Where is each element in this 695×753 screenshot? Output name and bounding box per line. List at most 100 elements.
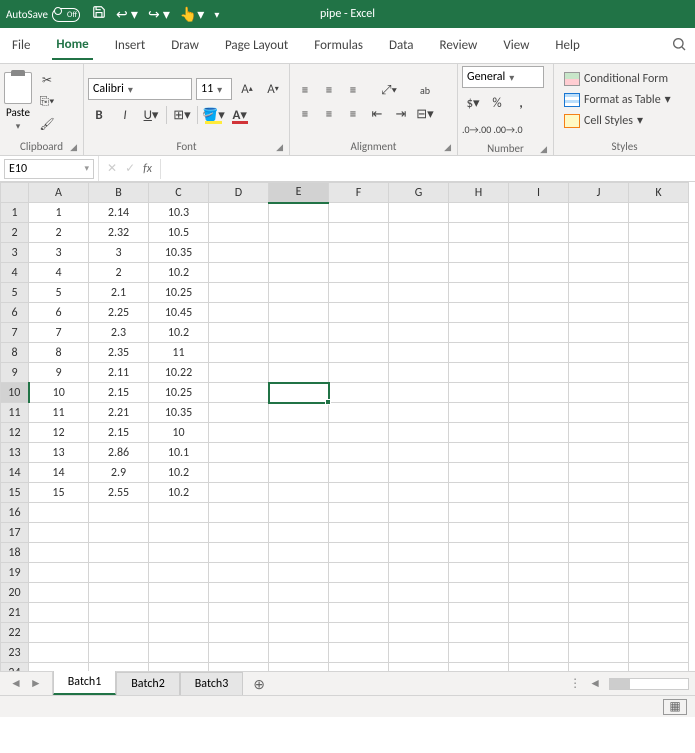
cell-F10[interactable] <box>329 383 389 403</box>
row-header-17[interactable]: 17 <box>1 523 29 543</box>
cell-J23[interactable] <box>569 643 629 663</box>
cell-K2[interactable] <box>629 223 689 243</box>
cell-I2[interactable] <box>509 223 569 243</box>
cell-A19[interactable] <box>29 563 89 583</box>
cell-A21[interactable] <box>29 603 89 623</box>
cell-J5[interactable] <box>569 283 629 303</box>
cell-A7[interactable]: 7 <box>29 323 89 343</box>
sheet-nav-next-icon[interactable]: ► <box>30 676 42 691</box>
cell-E17[interactable] <box>269 523 329 543</box>
cell-I24[interactable] <box>509 663 569 672</box>
sheet-tabs-menu-icon[interactable]: ⋮ <box>569 676 581 691</box>
cell-H14[interactable] <box>449 463 509 483</box>
orientation-icon[interactable]: ⤢▾ <box>366 79 412 101</box>
cell-J24[interactable] <box>569 663 629 672</box>
cell-I17[interactable] <box>509 523 569 543</box>
cell-D17[interactable] <box>209 523 269 543</box>
tab-home[interactable]: Home <box>52 31 92 60</box>
save-icon[interactable] <box>92 5 106 23</box>
cell-C21[interactable] <box>149 603 209 623</box>
cell-C11[interactable]: 10.35 <box>149 403 209 423</box>
cell-G18[interactable] <box>389 543 449 563</box>
cell-H3[interactable] <box>449 243 509 263</box>
cell-F23[interactable] <box>329 643 389 663</box>
cell-H8[interactable] <box>449 343 509 363</box>
cell-G24[interactable] <box>389 663 449 672</box>
tab-file[interactable]: File <box>8 32 34 59</box>
cell-H7[interactable] <box>449 323 509 343</box>
normal-view-icon[interactable]: ▦ <box>663 699 687 715</box>
column-header-E[interactable]: E <box>269 183 329 203</box>
cell-J12[interactable] <box>569 423 629 443</box>
cell-H6[interactable] <box>449 303 509 323</box>
cell-C20[interactable] <box>149 583 209 603</box>
cell-J4[interactable] <box>569 263 629 283</box>
cell-K15[interactable] <box>629 483 689 503</box>
cell-H15[interactable] <box>449 483 509 503</box>
cell-A2[interactable]: 2 <box>29 223 89 243</box>
cell-G21[interactable] <box>389 603 449 623</box>
cell-I16[interactable] <box>509 503 569 523</box>
cell-D9[interactable] <box>209 363 269 383</box>
cell-F15[interactable] <box>329 483 389 503</box>
cell-K1[interactable] <box>629 203 689 223</box>
row-header-6[interactable]: 6 <box>1 303 29 323</box>
cell-D11[interactable] <box>209 403 269 423</box>
cell-C9[interactable]: 10.22 <box>149 363 209 383</box>
cell-A9[interactable]: 9 <box>29 363 89 383</box>
fill-handle[interactable] <box>325 399 331 405</box>
cell-J15[interactable] <box>569 483 629 503</box>
cell-J11[interactable] <box>569 403 629 423</box>
cell-D19[interactable] <box>209 563 269 583</box>
decrease-decimal-icon[interactable]: .00→.0 <box>493 118 522 140</box>
cell-F4[interactable] <box>329 263 389 283</box>
fill-color-icon[interactable]: 🪣▾ <box>202 104 225 126</box>
cell-G23[interactable] <box>389 643 449 663</box>
font-launcher-icon[interactable]: ◢ <box>276 142 283 153</box>
cell-J17[interactable] <box>569 523 629 543</box>
cell-D16[interactable] <box>209 503 269 523</box>
cell-B22[interactable] <box>89 623 149 643</box>
cell-A11[interactable]: 11 <box>29 403 89 423</box>
cell-E8[interactable] <box>269 343 329 363</box>
cell-G19[interactable] <box>389 563 449 583</box>
cell-K5[interactable] <box>629 283 689 303</box>
cell-C7[interactable]: 10.2 <box>149 323 209 343</box>
cell-C3[interactable]: 10.35 <box>149 243 209 263</box>
cut-icon[interactable]: ✂ <box>36 71 58 89</box>
cell-H4[interactable] <box>449 263 509 283</box>
decrease-indent-icon[interactable]: ⇤ <box>366 103 388 125</box>
cell-H13[interactable] <box>449 443 509 463</box>
qat-customize-icon[interactable]: ▾ <box>214 8 219 21</box>
paste-button[interactable]: Paste ▾ <box>4 72 32 132</box>
cell-G20[interactable] <box>389 583 449 603</box>
cell-E19[interactable] <box>269 563 329 583</box>
row-header-22[interactable]: 22 <box>1 623 29 643</box>
align-middle-icon[interactable]: ≡ <box>318 79 340 101</box>
row-header-9[interactable]: 9 <box>1 363 29 383</box>
cell-H21[interactable] <box>449 603 509 623</box>
column-header-H[interactable]: H <box>449 183 509 203</box>
cell-B7[interactable]: 2.3 <box>89 323 149 343</box>
row-header-20[interactable]: 20 <box>1 583 29 603</box>
row-header-21[interactable]: 21 <box>1 603 29 623</box>
cell-D4[interactable] <box>209 263 269 283</box>
cell-K20[interactable] <box>629 583 689 603</box>
merge-center-button[interactable]: ⊟▾ <box>414 103 436 125</box>
cell-G12[interactable] <box>389 423 449 443</box>
cell-H23[interactable] <box>449 643 509 663</box>
align-bottom-icon[interactable]: ≡ <box>342 79 364 101</box>
cell-H5[interactable] <box>449 283 509 303</box>
font-color-icon[interactable]: A▾ <box>229 104 251 126</box>
cell-E10[interactable] <box>269 383 329 403</box>
cell-K13[interactable] <box>629 443 689 463</box>
cell-C23[interactable] <box>149 643 209 663</box>
cell-I13[interactable] <box>509 443 569 463</box>
cell-I23[interactable] <box>509 643 569 663</box>
cell-G17[interactable] <box>389 523 449 543</box>
decrease-font-icon[interactable]: A▾ <box>262 78 284 100</box>
formula-input[interactable] <box>160 159 695 179</box>
increase-indent-icon[interactable]: ⇥ <box>390 103 412 125</box>
cell-I14[interactable] <box>509 463 569 483</box>
cell-D24[interactable] <box>209 663 269 672</box>
